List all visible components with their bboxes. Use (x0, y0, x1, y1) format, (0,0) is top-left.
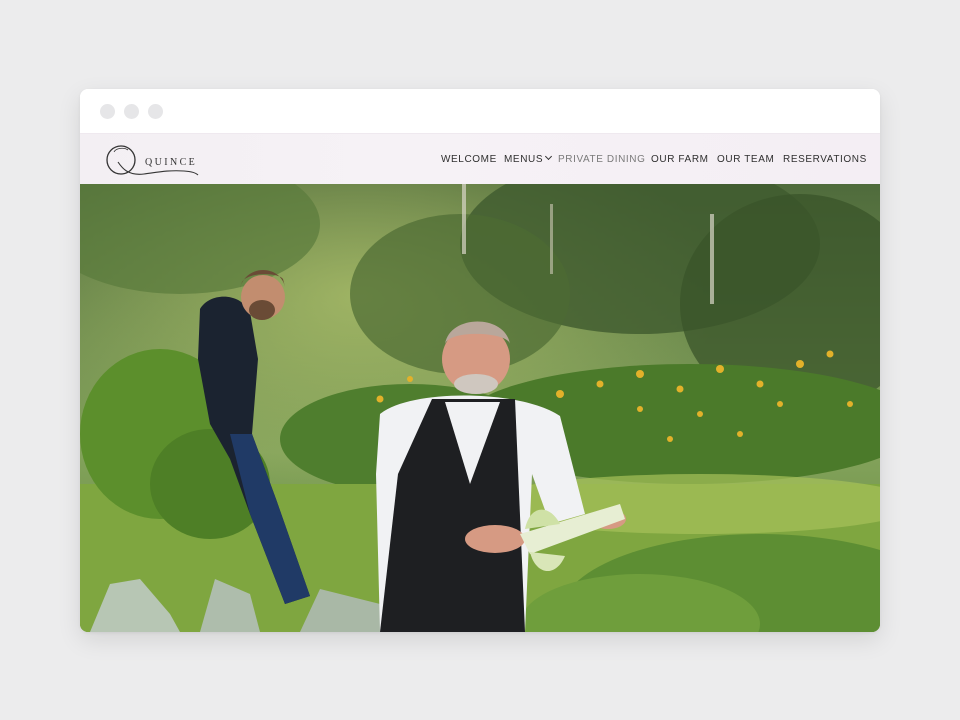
hero-image (80, 184, 880, 632)
browser-window: Quince WELCOME MENUS PRIVATE DINING OUR … (80, 89, 880, 632)
brand-name: Quince (145, 157, 198, 168)
hero-photo (80, 184, 880, 632)
nav-welcome[interactable]: WELCOME (441, 154, 497, 165)
window-minimize-dot[interactable] (124, 104, 139, 119)
quince-logo[interactable]: Quince (104, 140, 204, 180)
nav-our-team[interactable]: OUR TEAM (717, 154, 774, 165)
nav-reservations[interactable]: RESERVATIONS (783, 154, 867, 165)
window-maximize-dot[interactable] (148, 104, 163, 119)
nav-menus[interactable]: MENUS (504, 152, 553, 165)
site-header: Quince WELCOME MENUS PRIVATE DINING OUR … (80, 133, 880, 185)
nav-menus-label: MENUS (504, 154, 544, 165)
window-close-dot[interactable] (100, 104, 115, 119)
nav-our-farm[interactable]: OUR FARM (651, 154, 709, 165)
chevron-down-icon (545, 152, 553, 161)
nav-private-dining[interactable]: PRIVATE DINING (558, 154, 645, 165)
browser-titlebar (80, 89, 880, 133)
